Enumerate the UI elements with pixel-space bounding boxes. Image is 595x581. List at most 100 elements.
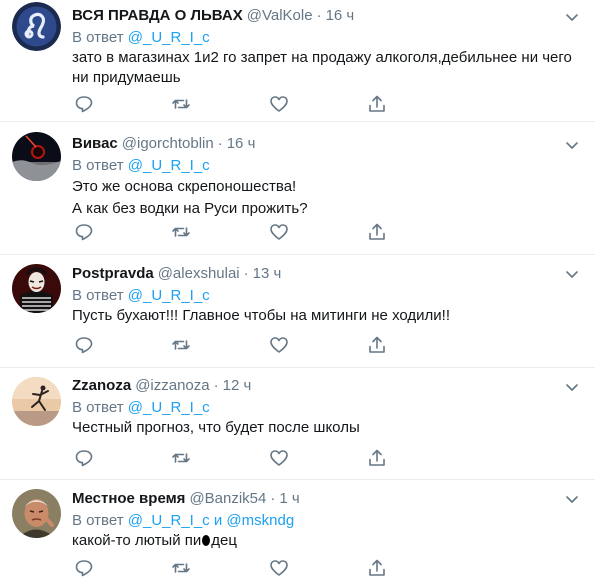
tweet[interactable]: Postpravda @alexshulai · 13 ч В ответ @_U_R… <box>0 255 595 368</box>
user-handle[interactable]: @ValKole <box>247 7 313 24</box>
user-handle[interactable]: @izzanoza <box>135 377 209 394</box>
user-handle[interactable]: @alexshulai <box>158 265 240 282</box>
retweet-button[interactable] <box>169 446 193 470</box>
tweet-text-line: Честный прогноз, что будет после школы <box>72 419 360 436</box>
tweet[interactable]: Zzanoza @izzanoza · 12 ч В ответ @_U_R_I_c … <box>0 368 595 480</box>
timestamp[interactable]: 16 ч <box>227 135 256 152</box>
reply-button[interactable] <box>72 92 96 116</box>
reply-icon <box>75 224 93 241</box>
tweet-text-line: А как без водки на Руси прожить? <box>72 200 308 217</box>
avatar[interactable] <box>12 489 61 538</box>
retweet-button[interactable] <box>169 556 193 580</box>
like-button[interactable] <box>267 446 291 470</box>
more-options-button[interactable] <box>563 136 581 154</box>
heart-icon <box>270 96 288 112</box>
mention-link[interactable]: @mskndg <box>226 512 294 529</box>
retweet-icon <box>172 453 190 463</box>
reply-context: В ответ @_U_R_I_c и @mskndg <box>72 510 583 531</box>
user-handle[interactable]: @igorchtoblin <box>122 135 214 152</box>
mention-link[interactable]: @_U_R_I_c <box>128 157 210 174</box>
tweet-header: ВСЯ ПРАВДА О ЛЬВАХ @ValKole · 16 ч <box>72 5 583 27</box>
share-button[interactable] <box>365 92 389 116</box>
tweet-actions <box>72 92 402 116</box>
tweet-actions <box>72 446 402 470</box>
timestamp[interactable]: 1 ч <box>279 490 299 507</box>
retweet-button[interactable] <box>169 92 193 116</box>
share-icon <box>369 336 385 353</box>
reply-icon <box>75 96 93 113</box>
avatar[interactable] <box>12 377 61 426</box>
mention-link[interactable]: @_U_R_I_c <box>128 512 210 529</box>
reply-button[interactable] <box>72 556 96 580</box>
more-options-button[interactable] <box>563 490 581 508</box>
heart-icon <box>270 450 288 466</box>
reply-prefix: В ответ <box>72 287 124 304</box>
mention-link[interactable]: @_U_R_I_c <box>128 29 210 46</box>
chevron-down-icon <box>566 271 578 278</box>
retweet-button[interactable] <box>169 333 193 357</box>
tweet-actions <box>72 556 402 580</box>
avatar[interactable] <box>12 132 61 181</box>
tweet[interactable]: Местное время @Banzik54 · 1 ч В ответ @_U_R… <box>0 480 595 581</box>
user-name[interactable]: Местное время <box>72 490 185 507</box>
tweet-text-line: Это же основа скрепоношества! <box>72 178 297 195</box>
heart-icon <box>270 560 288 576</box>
reply-button[interactable] <box>72 220 96 244</box>
separator-dot: · <box>316 7 322 24</box>
tweet-content: Zzanoza @izzanoza · 12 ч В ответ @_U_R_I_c … <box>72 373 583 438</box>
tweet-header: Местное время @Banzik54 · 1 ч <box>72 488 583 510</box>
like-button[interactable] <box>267 333 291 357</box>
reply-prefix: В ответ <box>72 157 124 174</box>
share-icon <box>369 449 385 466</box>
timestamp[interactable]: 12 ч <box>223 377 252 394</box>
mention-link[interactable]: @_U_R_I_c <box>128 287 210 304</box>
more-options-button[interactable] <box>563 378 581 396</box>
timestamp[interactable]: 16 ч <box>326 7 355 24</box>
reply-icon <box>75 337 93 354</box>
retweet-icon <box>172 563 190 573</box>
reply-prefix: В ответ <box>72 399 124 416</box>
reply-button[interactable] <box>72 333 96 357</box>
chevron-down-icon <box>566 14 578 21</box>
reply-context: В ответ @_U_R_I_c <box>72 155 583 176</box>
timestamp[interactable]: 13 ч <box>253 265 282 282</box>
like-button[interactable] <box>267 92 291 116</box>
censor-blot <box>202 535 211 546</box>
tweet-content: Местное время @Banzik54 · 1 ч В ответ @_U_R… <box>72 485 583 551</box>
share-button[interactable] <box>365 556 389 580</box>
like-button[interactable] <box>267 220 291 244</box>
reply-button[interactable] <box>72 446 96 470</box>
masked-figure-icon <box>12 264 61 313</box>
user-name[interactable]: Postpravda <box>72 265 154 282</box>
tweet-text-line: Пусть бухают!!! Главное чтобы на митинги… <box>72 307 451 324</box>
like-button[interactable] <box>267 556 291 580</box>
reply-prefix: В ответ <box>72 512 124 529</box>
share-button[interactable] <box>365 446 389 470</box>
leo-zodiac-icon <box>12 2 61 51</box>
more-options-button[interactable] <box>563 265 581 283</box>
tweet-feed: ВСЯ ПРАВДА О ЛЬВАХ @ValKole · 16 ч В ответ … <box>0 0 595 581</box>
retweet-icon <box>172 227 190 237</box>
tweet[interactable]: Вивас @igorchtoblin · 16 ч В ответ @_U_R_I_… <box>0 122 595 255</box>
retweet-icon <box>172 99 190 109</box>
tweet-text-part: дец <box>211 532 237 549</box>
user-name[interactable]: Вивас <box>72 135 118 152</box>
retweet-icon <box>172 340 190 350</box>
share-icon <box>369 223 385 240</box>
avatar[interactable] <box>12 2 61 51</box>
retweet-button[interactable] <box>169 220 193 244</box>
chevron-down-icon <box>566 142 578 149</box>
chevron-down-icon <box>566 496 578 503</box>
user-handle[interactable]: @Banzik54 <box>189 490 266 507</box>
reply-icon <box>75 560 93 577</box>
user-name[interactable]: Zzanoza <box>72 377 131 394</box>
tweet[interactable]: ВСЯ ПРАВДА О ЛЬВАХ @ValKole · 16 ч В ответ … <box>0 0 595 122</box>
share-button[interactable] <box>365 220 389 244</box>
avatar[interactable] <box>12 264 61 313</box>
user-name[interactable]: ВСЯ ПРАВДА О ЛЬВАХ <box>72 7 243 24</box>
share-button[interactable] <box>365 333 389 357</box>
mention-link[interactable]: @_U_R_I_c <box>128 399 210 416</box>
tweet-actions <box>72 220 402 244</box>
more-options-button[interactable] <box>563 8 581 26</box>
separator-dot: · <box>217 135 223 152</box>
